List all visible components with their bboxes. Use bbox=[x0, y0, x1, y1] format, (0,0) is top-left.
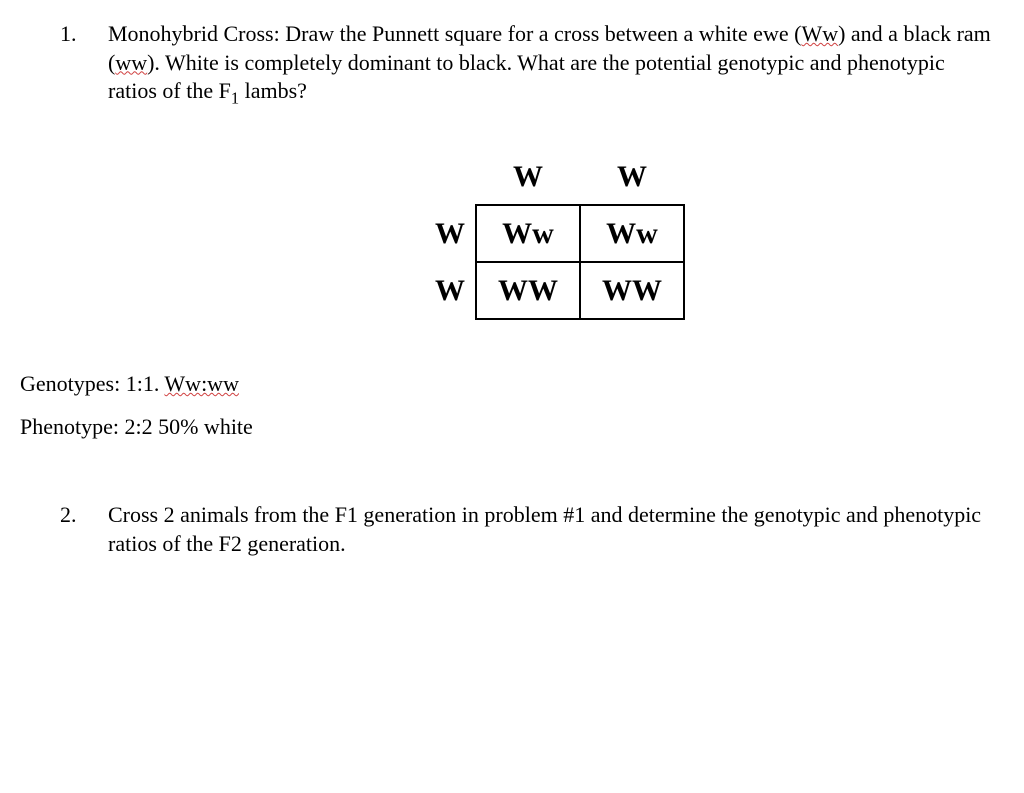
q1-subscript: 1 bbox=[231, 89, 239, 108]
question-2-body: Cross 2 animals from the F1 generation i… bbox=[108, 501, 994, 558]
question-1-body: Monohybrid Cross: Draw the Punnett squar… bbox=[108, 20, 994, 109]
punnett-cell-21: WW bbox=[476, 262, 580, 319]
punnett-top-allele-b: W bbox=[580, 149, 684, 205]
punnett-square-container: W W W Ww Ww W WW WW bbox=[60, 149, 994, 320]
question-1: 1. Monohybrid Cross: Draw the Punnett sq… bbox=[60, 20, 994, 109]
genotype-label: Genotypes: 1:1. bbox=[20, 371, 164, 396]
q1-text-tail: lambs? bbox=[239, 78, 307, 103]
question-2: 2. Cross 2 animals from the F1 generatio… bbox=[60, 501, 994, 558]
genotype-ratio: Ww:ww bbox=[164, 371, 239, 396]
punnett-left-allele-a: W bbox=[369, 205, 476, 262]
punnett-cell-22: WW bbox=[580, 262, 684, 319]
punnett-left-allele-b: W bbox=[369, 262, 476, 319]
answers-block: Genotypes: 1:1. Ww:ww Phenotype: 2:2 50%… bbox=[20, 370, 994, 441]
question-1-number: 1. bbox=[60, 20, 108, 109]
punnett-top-allele-a: W bbox=[476, 149, 580, 205]
q1-Ww: Ww bbox=[801, 21, 838, 46]
punnett-corner bbox=[369, 149, 476, 205]
q1-text-lead: Monohybrid Cross: Draw the Punnett squar… bbox=[108, 21, 801, 46]
question-2-number: 2. bbox=[60, 501, 108, 558]
punnett-cell-11: Ww bbox=[476, 205, 580, 262]
punnett-square: W W W Ww Ww W WW WW bbox=[369, 149, 685, 320]
q1-ww: ww bbox=[115, 50, 147, 75]
genotype-line: Genotypes: 1:1. Ww:ww bbox=[20, 370, 994, 399]
phenotype-line: Phenotype: 2:2 50% white bbox=[20, 413, 994, 442]
punnett-cell-12: Ww bbox=[580, 205, 684, 262]
